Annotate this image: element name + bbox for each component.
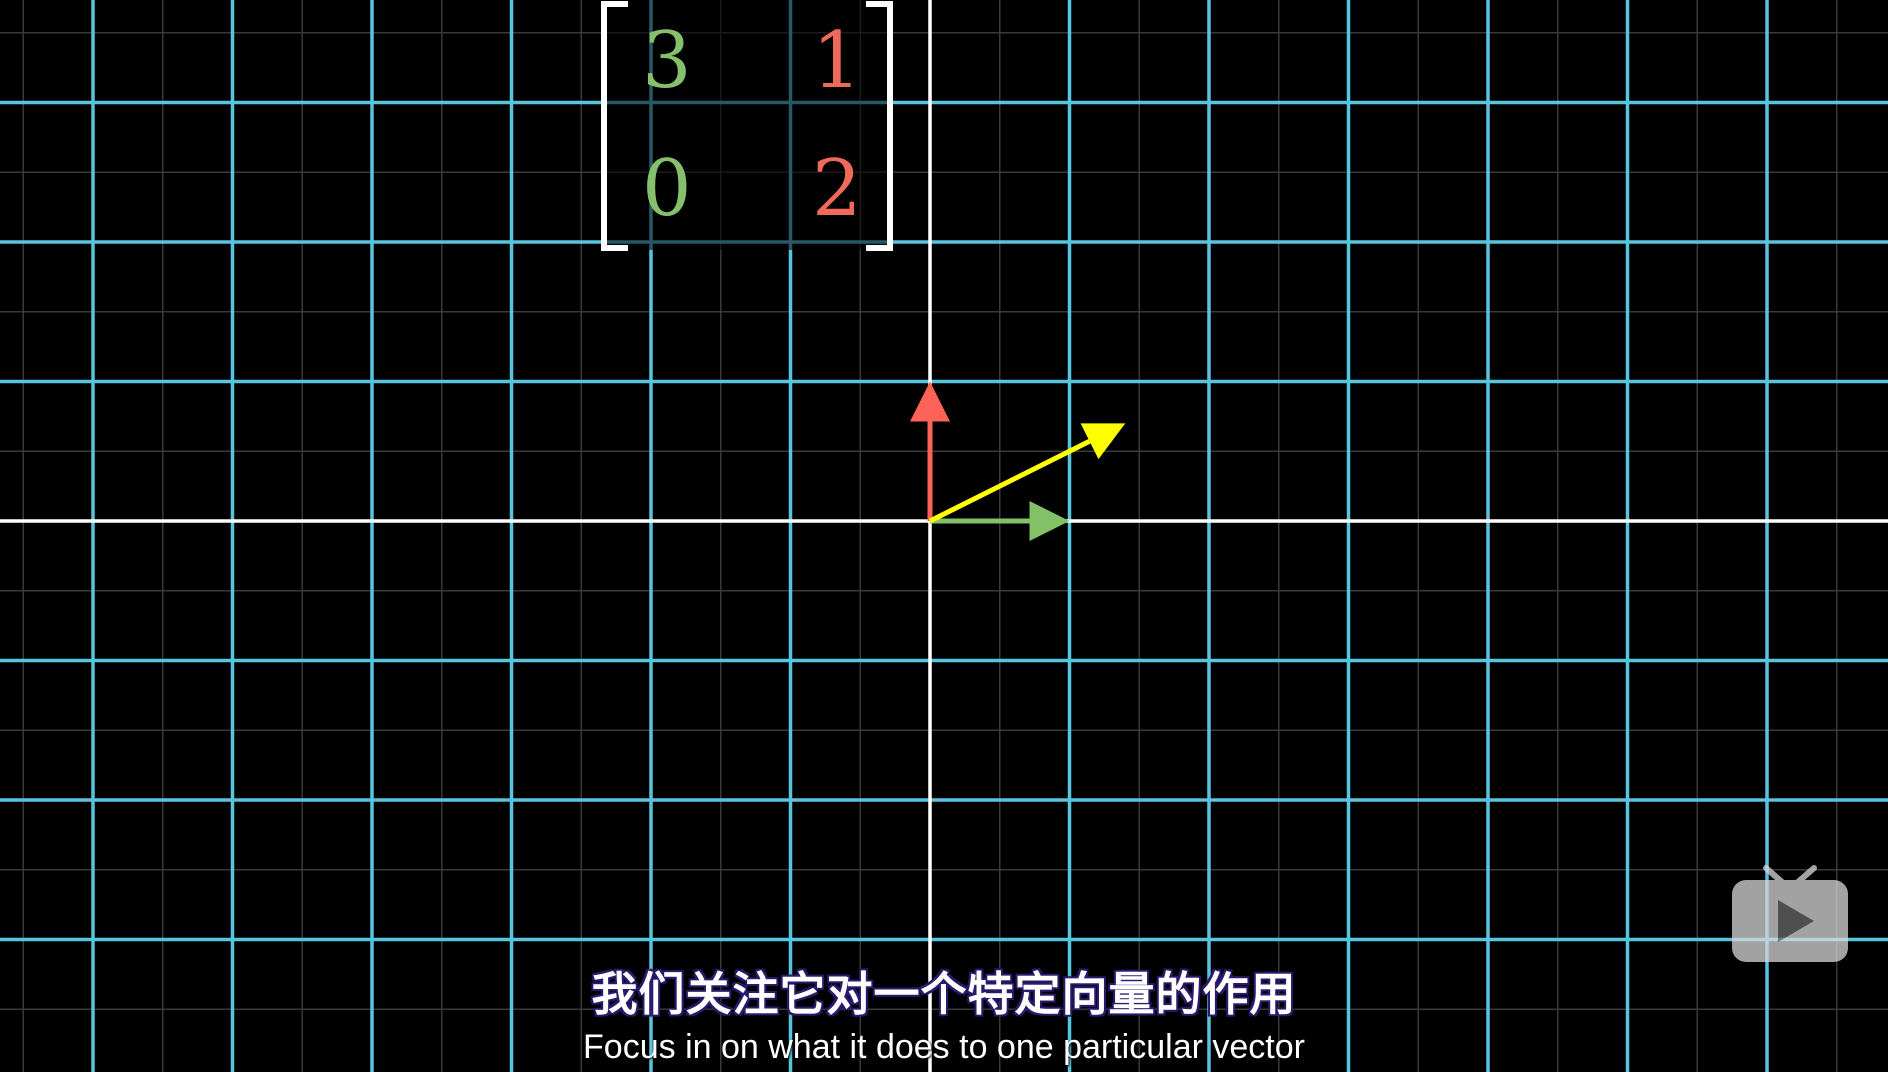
bilibili-tv-play-icon (1732, 865, 1848, 962)
coordinate-plane (0, 0, 1888, 1072)
matrix-entry-c: 0 (642, 144, 692, 234)
background (0, 0, 1888, 1072)
subtitle-english: Focus in on what it does to one particul… (583, 1028, 1305, 1066)
matrix-entry-b: 1 (812, 16, 862, 106)
matrix-entry-a: 3 (642, 16, 692, 106)
matrix-entry-d: 2 (812, 144, 862, 234)
subtitle-chinese: 我们关注它对一个特定向量的作用 (591, 967, 1297, 1021)
